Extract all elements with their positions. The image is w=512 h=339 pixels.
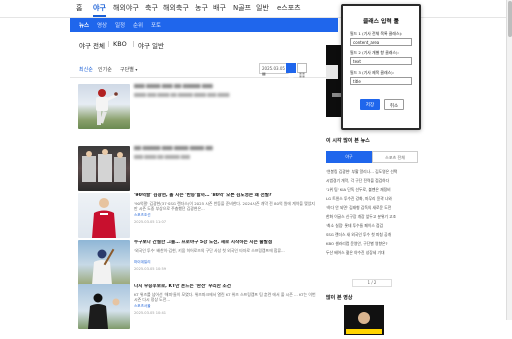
article-desc: ▇▇▇▇ ▇▇▇ ▇▇▇▇ ▇▇ ▇▇▇▇▇ ▇▇▇▇ ▇▇▇ ▇▇▇▇ — [134, 92, 230, 97]
nav-item-overseas-soccer[interactable]: 해외축구 — [163, 3, 189, 13]
article-source[interactable]: 스포츠서울 — [134, 304, 318, 309]
divider — [108, 41, 109, 47]
article-title[interactable]: '90억팔' 김광현, 올 시즌 '반등'할까… '80억' 오른 김도영은 왜… — [134, 193, 318, 199]
article-desc: ▇▇▇ ▇▇▇▇ ▇▇ ▇▇▇▇▇ ▇▇▇ — [134, 154, 190, 159]
article-desc: '외국인 투수' 배찬이·김현, 키움 히어로즈의 구단 사상 첫 외국인 타자… — [134, 248, 285, 253]
sub-nav: 뉴스 영상 일정 순위 포토 — [70, 18, 338, 32]
article-item[interactable]: 누구보다 간절한 그들… 프로야구 5강 도전, 새로 시작하는 시즌 출발점 … — [78, 240, 322, 290]
nav-item-home[interactable]: 홈 — [76, 3, 82, 13]
field2-label: 필드 2 (기사 개별 항 클래스): — [350, 50, 399, 55]
nav-item-esports[interactable]: e스포츠 — [277, 3, 301, 13]
list-item[interactable]: LG 트윈스 투수진 강화, 마무리 윤곽 나와 — [326, 196, 418, 202]
list-view-button[interactable] — [286, 63, 296, 78]
article-time: 2025.03.05 10:59 — [134, 267, 167, 271]
save-button[interactable]: 저장 — [360, 99, 380, 110]
category-general[interactable]: 야구 일반 — [138, 40, 164, 50]
sort-team-label: 구단별 — [120, 67, 134, 73]
article-title[interactable]: 다시 우승후보로, KT만 흔드는 '완전' 우리한 조건 — [134, 284, 318, 290]
list-icon — [288, 73, 294, 78]
list-item[interactable]: '하다 안 되면' 김태형 감독의 새로운 도전 — [326, 205, 418, 211]
tab-baseball[interactable]: 야구 — [326, 151, 372, 163]
article-source[interactable]: 마이데일리 — [134, 260, 318, 265]
article-title[interactable]: 누구보다 간절한 그들… 프로야구 5강 도전, 새로 시작하는 시즌 출발점 — [134, 240, 318, 246]
scrollbar-thumb[interactable] — [508, 1, 512, 37]
nav-item-volleyball[interactable]: 배구 — [213, 3, 226, 13]
subnav-schedule[interactable]: 일정 — [115, 21, 125, 29]
players-photo — [82, 149, 126, 182]
cancel-button[interactable]: 취소 — [384, 99, 404, 110]
article-item[interactable]: ▇▇▇ ▇▇▇▇ ▇▇▇ ▇▇ ▇▇▇▇▇ ▇▇▇ ▇▇▇▇ ▇▇▇ ▇▇▇▇ … — [78, 84, 322, 134]
article-time: 2025.03.05 11:07 — [134, 220, 167, 224]
video-thumbnail[interactable] — [344, 305, 384, 335]
list-item[interactable]: KBO 샐러리캡 운영안, 구단별 영향은? — [326, 241, 418, 247]
article-thumbnail[interactable] — [78, 240, 130, 285]
list-item[interactable]: 두산 베어스 젊은 야수진 성장세 기대 — [326, 250, 418, 256]
list-item[interactable]: 시범경기 개막, 각 구단 전력을 점검하다 — [326, 178, 418, 184]
pagination[interactable]: 1 / 2 — [352, 279, 392, 287]
video-image — [344, 305, 384, 335]
pitcher-photo — [96, 89, 118, 125]
category-all-baseball[interactable]: 야구 전체 — [79, 40, 105, 50]
field3-label: 필드 3 (기사 제목 클래스): — [350, 70, 394, 75]
popular-news-header: 이 시각 많이 본 뉴스 — [326, 138, 370, 144]
article-thumbnail[interactable] — [78, 284, 130, 329]
list-item[interactable]: '최소 실점' 롯데 투수들 페이스 점검 — [326, 223, 418, 229]
article-item[interactable]: '90억팔' 김광현, 올 시즌 '반등'할까… '80억' 오른 김도영은 왜… — [78, 193, 322, 243]
grid-view-button[interactable] — [297, 63, 307, 78]
batter-photo — [92, 248, 115, 285]
class-input-popup: 클래스 입력 툴 필드 1 (기사 전체 목록 클래스): 필드 2 (기사 개… — [341, 4, 421, 130]
category-bar: 야구 전체 KBO 야구 일반 — [70, 33, 338, 53]
filter-bar: 최신순 인기순 구단별 ▾ 2025.03.05 ▦ — [70, 62, 338, 78]
article-item[interactable]: ▇▇ ▇▇▇▇▇ ▇▇▇ ▇▇▇▇ ▇▇▇▇ ▇▇ ▇▇▇ ▇▇▇▇ ▇▇ ▇▇… — [78, 146, 322, 196]
article-title[interactable]: ▇▇▇ ▇▇▇▇ ▇▇▇ ▇▇ ▇▇▇▇▇ ▇▇▇ — [134, 84, 318, 90]
list-item[interactable]: 한화 이글스 신구장 개장 앞두고 분위기 고조 — [326, 214, 418, 220]
subnav-news[interactable]: 뉴스 — [79, 21, 89, 29]
category-kbo[interactable]: KBO — [113, 40, 127, 48]
field2-input[interactable] — [350, 57, 412, 65]
subnav-video[interactable]: 영상 — [97, 21, 107, 29]
article-time: 2025.03.05 10:41 — [134, 311, 167, 315]
sort-latest[interactable]: 최신순 — [79, 66, 93, 73]
article-title[interactable]: ▇▇ ▇▇▇▇▇ ▇▇▇ ▇▇▇▇ ▇▇▇▇ ▇▇ — [134, 146, 318, 152]
nav-item-soccer[interactable]: 축구 — [145, 3, 158, 13]
sort-popular[interactable]: 인기순 — [98, 66, 112, 73]
popular-tabs: 야구 스포츠 전체 — [326, 151, 418, 163]
nav-item-baseball[interactable]: 야구 — [93, 3, 106, 17]
player-photo — [88, 293, 120, 329]
article-desc: KT 위즈를 넘어선 '해피'들이 모였다. 위즈파크에서 열린 KT 위즈 스… — [134, 292, 316, 302]
player-photo — [92, 198, 116, 238]
tab-all-sports[interactable]: 스포츠 전체 — [372, 151, 418, 163]
article-item[interactable]: 다시 우승후보로, KT만 흔드는 '완전' 우리한 조건 KT 위즈를 넘어선… — [78, 284, 322, 334]
popup-title: 클래스 입력 툴 — [362, 19, 400, 25]
field1-input[interactable] — [350, 38, 412, 46]
page-scrollbar[interactable] — [506, 0, 512, 320]
article-thumbnail[interactable] — [78, 84, 130, 129]
list-item[interactable]: '연봉킹 김광현' 부활 알리나… 김도영은 선택 — [326, 169, 418, 175]
article-source[interactable]: 스포츠조선 — [134, 213, 318, 218]
article-thumbnail[interactable] — [78, 146, 130, 191]
article-desc: '90억팔' 김광현(37·SSG 랜더스)이 2025 시즌 반등을 준비한다… — [134, 201, 315, 211]
subnav-ranking[interactable]: 순위 — [133, 21, 143, 29]
nav-item-basketball[interactable]: 농구 — [195, 3, 208, 13]
list-item[interactable]: SSG 랜더스 새 외국인 투수 첫 피칭 공개 — [326, 232, 418, 238]
calendar-icon: ▦ — [262, 71, 266, 76]
popular-video-header: 많이 본 영상 — [326, 295, 353, 301]
nav-item-overseas-baseball[interactable]: 해외야구 — [113, 3, 139, 13]
article-thumbnail[interactable] — [78, 193, 130, 238]
list-item[interactable]: '1위 팀' KIA 단독 선두로, 불펜은 재정비 — [326, 187, 418, 193]
chevron-down-icon: ▾ — [135, 67, 138, 72]
divider — [133, 41, 134, 47]
sort-team[interactable]: 구단별 ▾ — [120, 66, 137, 73]
subnav-photo[interactable]: 포토 — [151, 21, 161, 29]
field3-input[interactable] — [350, 77, 412, 85]
top-nav: 홈 야구 해외야구 축구 해외축구 농구 배구 N골프 일반 e스포츠 — [0, 0, 512, 18]
field1-label: 필드 1 (기사 전체 목록 클래스): — [350, 31, 403, 36]
nav-item-general[interactable]: 일반 — [256, 3, 269, 13]
nav-item-golf[interactable]: N골프 — [233, 3, 251, 13]
grid-icon — [299, 72, 305, 78]
